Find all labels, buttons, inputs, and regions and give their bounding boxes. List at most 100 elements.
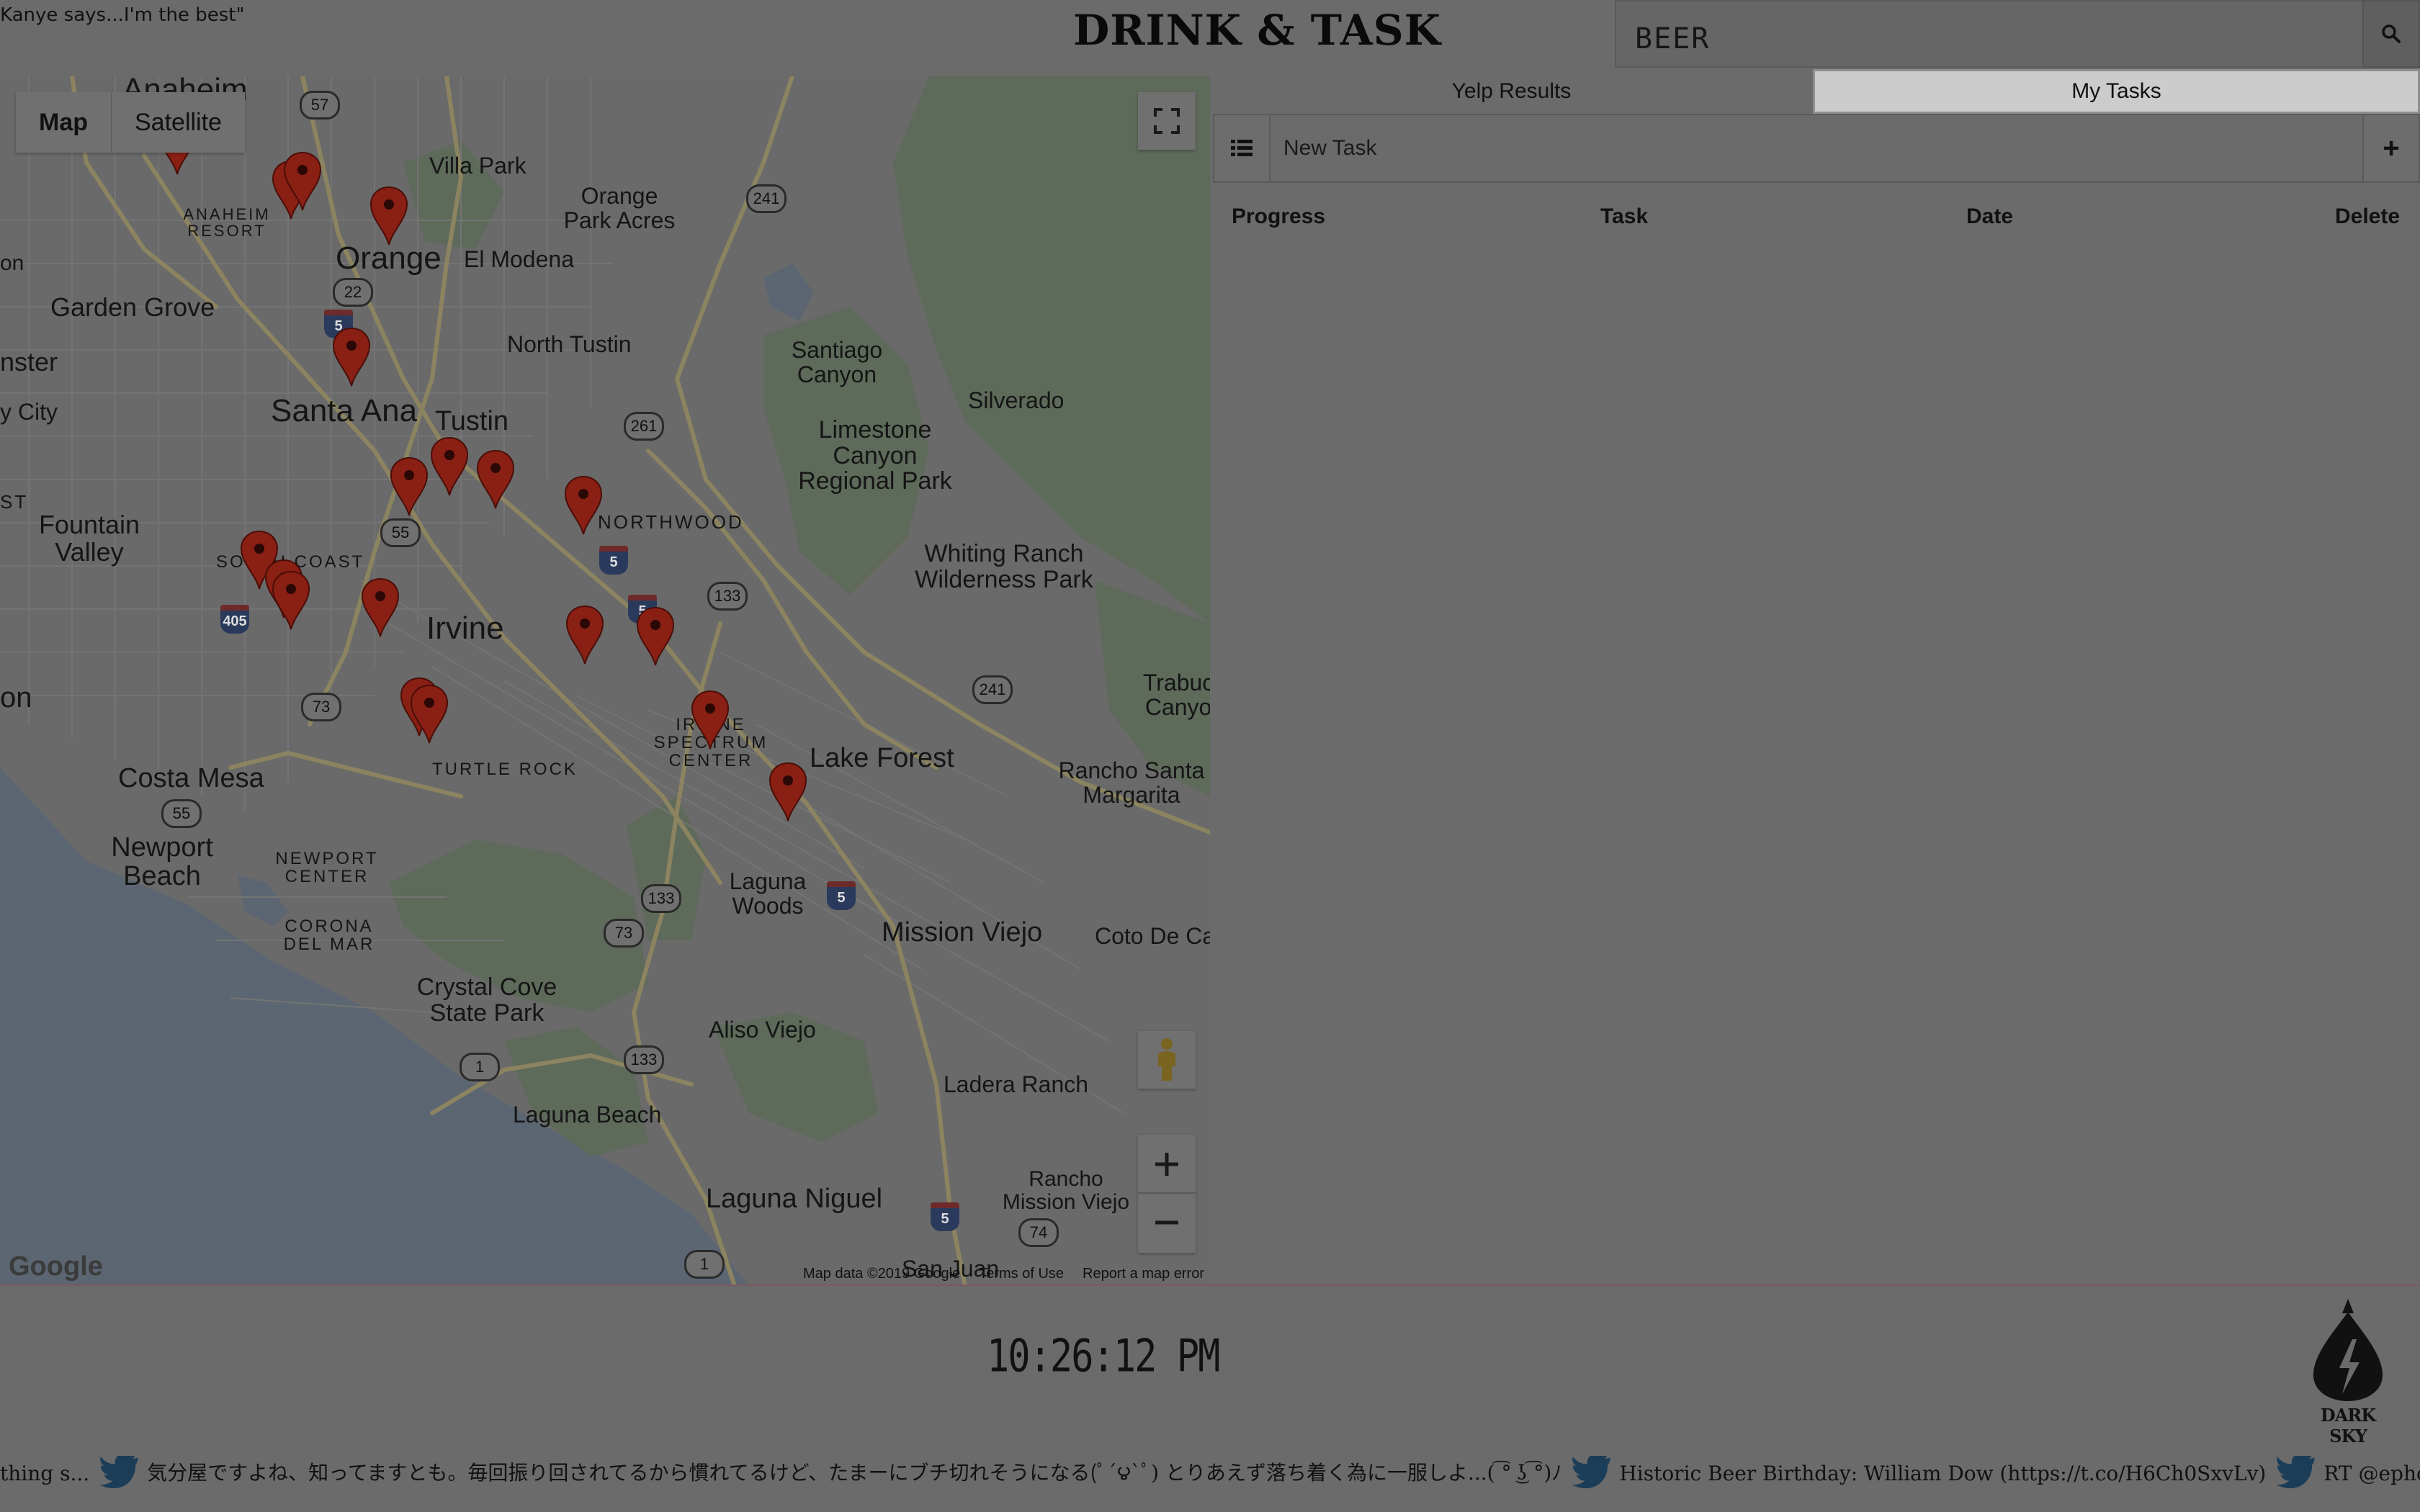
street-view-button[interactable]	[1138, 1031, 1196, 1089]
clock: 10:26:12 PM	[987, 1331, 1220, 1382]
highway-shield: 133	[624, 1045, 664, 1074]
map-label-costa-mesa: Costa Mesa	[118, 763, 264, 793]
zoom-out-button[interactable]	[1138, 1194, 1196, 1251]
highway-shield: 261	[624, 412, 664, 441]
map-type-control[interactable]: Map Satellite	[16, 92, 245, 153]
map-pin[interactable]	[332, 327, 371, 387]
map-label-north-tustin: North Tustin	[507, 331, 632, 357]
map-label-crystal-cove: Crystal Cove State Park	[416, 973, 557, 1027]
tweet-item[interactable]: 気分屋ですよね、知ってますとも。毎回振り回されてるから慣れてるけど、たまーにブチ…	[89, 1456, 1561, 1490]
map-label-trabuco: Trabuco Canyon	[1142, 670, 1210, 720]
search-button[interactable]	[2362, 0, 2420, 68]
new-task-field[interactable]	[1270, 114, 2362, 183]
zoom-control[interactable]	[1138, 1135, 1196, 1253]
search-icon	[2382, 24, 2401, 43]
zoom-in-button[interactable]	[1138, 1136, 1196, 1194]
column-progress: Progress	[1232, 204, 1326, 228]
map-pin[interactable]	[369, 186, 408, 246]
list-icon	[1231, 140, 1252, 156]
highway-shield: 73	[604, 919, 644, 948]
twitter-bird-icon	[99, 1456, 138, 1489]
new-task-input[interactable]	[1270, 115, 2362, 181]
tab-my-tasks[interactable]: My Tasks	[1813, 69, 2420, 114]
tweet-item[interactable]: RT @ephoustonbill: Thes	[2266, 1456, 2420, 1490]
map-pin-icon	[768, 762, 807, 822]
map-label-turtle-rock: TURTLE ROCK	[432, 760, 578, 779]
map-pin[interactable]	[565, 605, 604, 665]
section-divider	[0, 1284, 2420, 1286]
column-date: Date	[1966, 204, 2014, 228]
highway-shield: 133	[707, 582, 748, 611]
map-label-laguna-woods: Laguna Woods	[729, 868, 807, 919]
map-label-irvine: Irvine	[426, 611, 504, 646]
highway-shield: 1	[460, 1053, 500, 1081]
map-label-orange: Orange	[336, 240, 442, 276]
interstate-shield: 5	[931, 1202, 959, 1231]
map-pin-icon	[564, 475, 603, 535]
google-logo: Google	[9, 1251, 103, 1282]
map-pin-icon	[565, 605, 604, 665]
search-input[interactable]	[1616, 1, 2362, 66]
map-pin-icon	[636, 606, 675, 666]
task-list-button[interactable]	[1213, 114, 1270, 183]
highway-shield: 241	[746, 184, 786, 213]
map-pin[interactable]	[430, 436, 469, 497]
map-pin[interactable]	[272, 570, 310, 631]
highway-shield: 1	[684, 1250, 725, 1279]
pegman-icon	[1158, 1038, 1175, 1081]
search-box[interactable]	[1615, 0, 2362, 68]
report-error-link[interactable]: Report a map error	[1083, 1266, 1204, 1282]
map-type-map-button[interactable]: Map	[16, 92, 111, 153]
map-label-tustin: Tustin	[435, 406, 509, 436]
map-pin[interactable]	[476, 449, 515, 510]
map-label-on: on	[0, 251, 24, 275]
interstate-shield: 5	[599, 546, 628, 575]
map-attribution: Map data ©2019 Google Terms of Use Repor…	[803, 1266, 1204, 1282]
task-table-header: Progress Task Date Delete	[1210, 204, 2420, 236]
map-label-santiago-canyon: Santiago Canyon	[791, 337, 883, 387]
map-label-santa-ana: Santa Ana	[271, 393, 418, 428]
terms-link[interactable]: Terms of Use	[979, 1266, 1064, 1282]
map-pin[interactable]	[691, 690, 730, 750]
map-label-laguna-beach: Laguna Beach	[513, 1102, 662, 1128]
column-delete: Delete	[2335, 204, 2401, 228]
tab-yelp-results[interactable]: Yelp Results	[1210, 69, 1813, 114]
tweet-item[interactable]: Historic Beer Birthday: William Dow (htt…	[1561, 1456, 2266, 1490]
darksky-logo[interactable]: DARK SKY	[2305, 1296, 2391, 1446]
map-label-rancho-mission-viejo: Rancho Mission Viejo	[1002, 1167, 1130, 1214]
map-pin[interactable]	[361, 577, 400, 638]
map-type-satellite-button[interactable]: Satellite	[111, 92, 245, 153]
map[interactable]: Anaheim ANAHEIM RESORT Villa Park Orange…	[0, 76, 1210, 1286]
map-pin[interactable]	[390, 456, 429, 517]
highway-shield: 241	[972, 675, 1013, 704]
map-pin[interactable]	[768, 762, 807, 822]
map-label-aliso-viejo: Aliso Viejo	[709, 1017, 816, 1043]
map-label-lake-forest: Lake Forest	[810, 743, 954, 773]
column-task: Task	[1600, 204, 1649, 228]
zoom-in-icon	[1155, 1153, 1178, 1176]
darksky-label: DARK SKY	[2320, 1405, 2376, 1446]
map-pin[interactable]	[564, 475, 603, 536]
interstate-shield: 405	[220, 605, 249, 634]
map-pin[interactable]	[410, 684, 449, 744]
map-label-rancho-santa-margarita: Rancho Santa Margarita	[1058, 757, 1205, 808]
fullscreen-icon	[1154, 108, 1180, 134]
fullscreen-button[interactable]	[1138, 92, 1196, 150]
map-label-mission-viejo: Mission Viejo	[882, 917, 1043, 948]
map-label-st: ST	[0, 491, 29, 513]
map-pin-icon	[361, 577, 400, 637]
tweet-text: 気分屋ですよね、知ってますとも。毎回振り回されてるから慣れてるけど、たまーにブチ…	[147, 1460, 1562, 1485]
highway-shield: 22	[333, 278, 373, 307]
tweet-text: thing s...	[0, 1461, 90, 1485]
highway-shield: 55	[380, 518, 421, 547]
results-tabs: Yelp Results My Tasks	[1210, 69, 2420, 114]
map-label-anaheim-resort: ANAHEIM RESORT	[183, 205, 271, 240]
add-task-button[interactable]: +	[2362, 114, 2420, 183]
map-pin[interactable]	[283, 151, 322, 212]
map-pin-icon	[476, 449, 515, 509]
map-pin[interactable]	[636, 606, 675, 667]
new-task-form: +	[1210, 114, 2420, 183]
tweet-item[interactable]: thing s...	[0, 1462, 89, 1485]
map-label-garden-grove: Garden Grove	[50, 292, 215, 322]
map-pin-icon	[332, 327, 371, 387]
